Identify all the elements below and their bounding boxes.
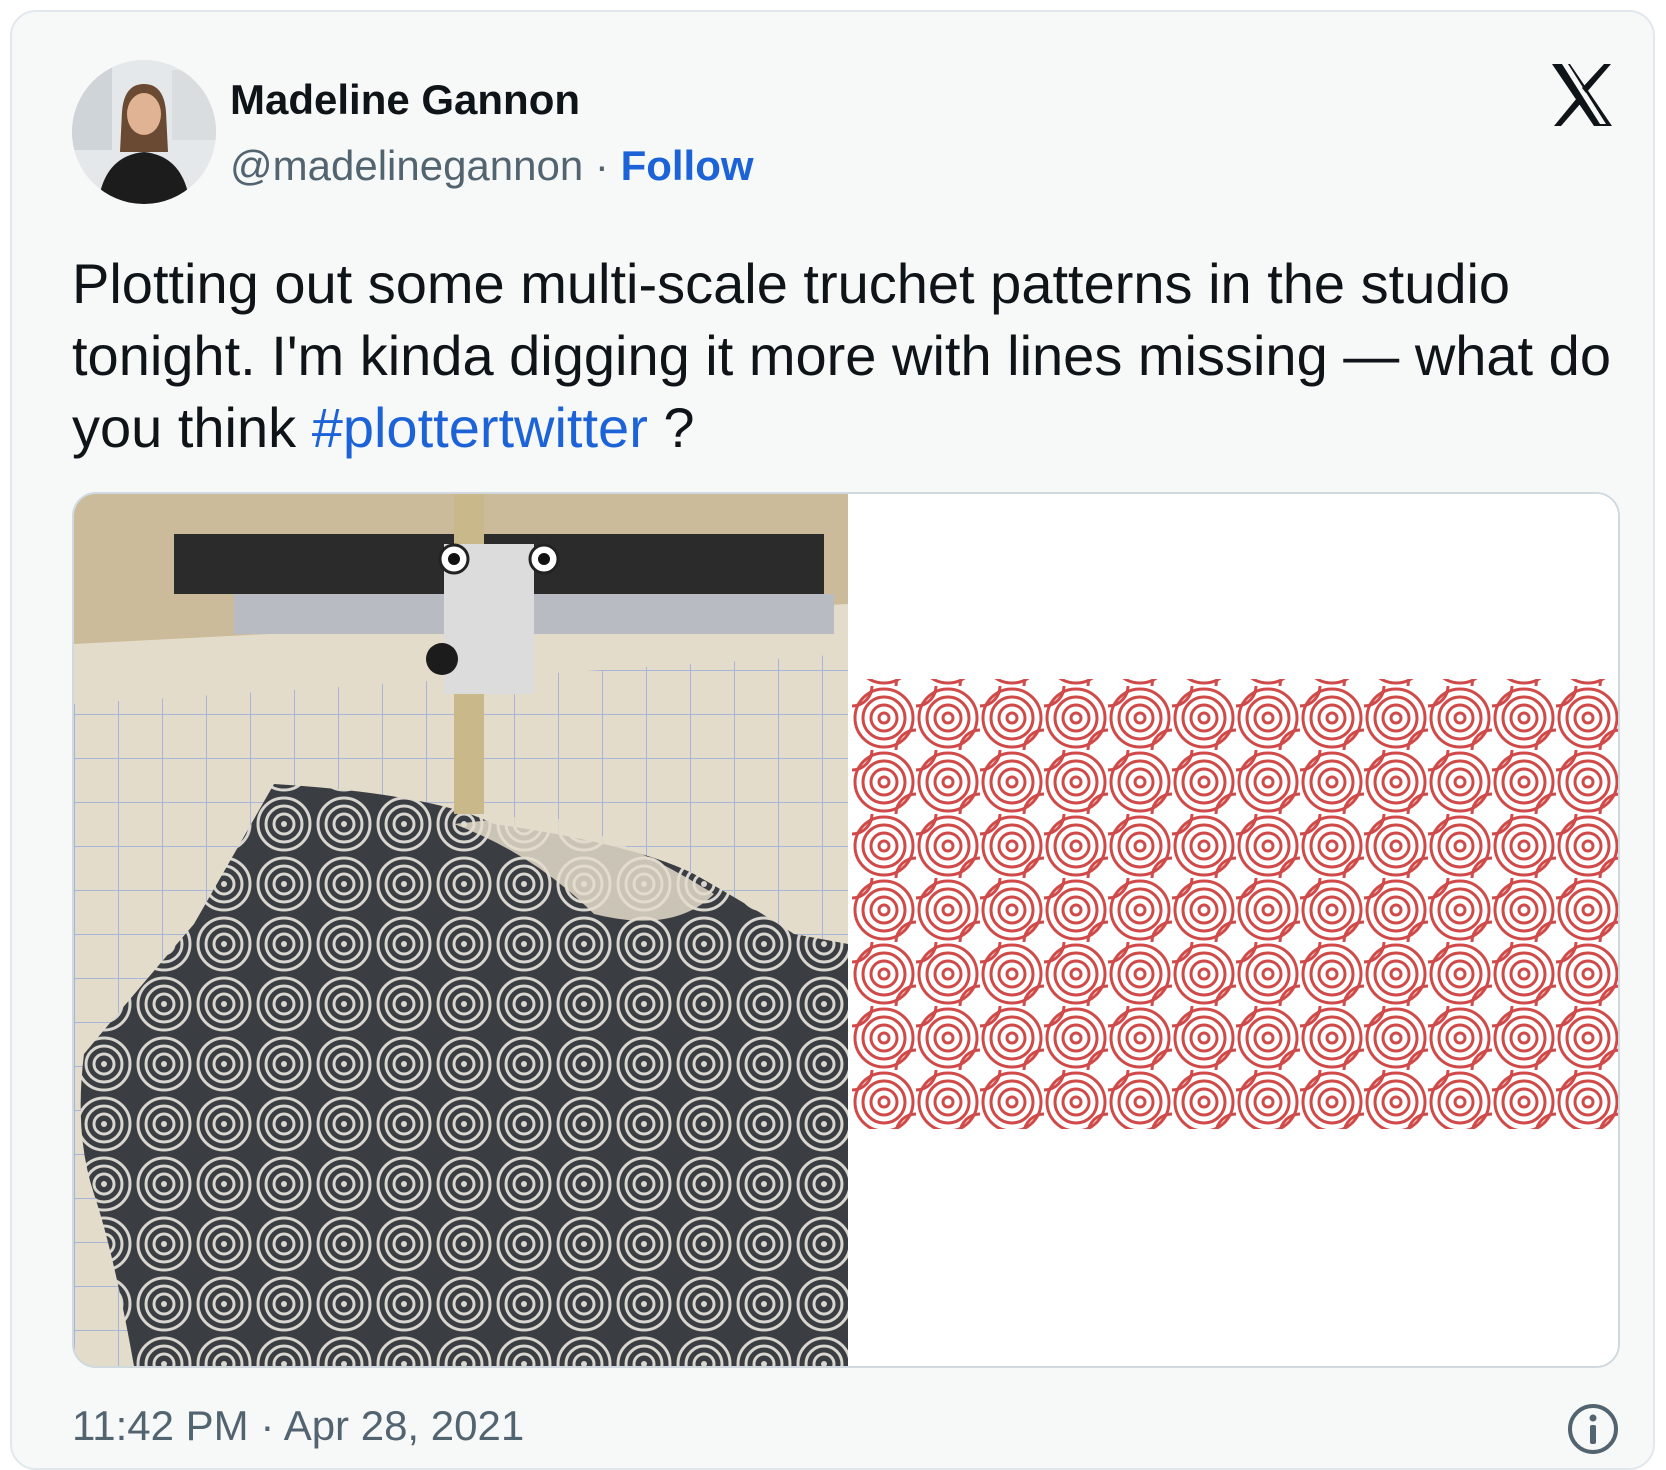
image-red-pattern[interactable] xyxy=(852,494,1618,1366)
tweet-time: 11:42 PM xyxy=(72,1402,249,1449)
hashtag-link[interactable]: #plottertwitter xyxy=(312,396,648,459)
tweet-body-text: Plotting out some multi-scale truchet pa… xyxy=(72,252,1611,459)
tweet-text: Plotting out some multi-scale truchet pa… xyxy=(72,248,1632,464)
tweet-timestamp[interactable]: 11:42 PM · Apr 28, 2021 xyxy=(72,1402,524,1450)
photo-plotter[interactable] xyxy=(74,494,848,1366)
tweet-card: Madeline Gannon @madelinegannon · Follow… xyxy=(10,10,1655,1470)
tweet-text-tail: ? xyxy=(647,396,695,459)
author-name[interactable]: Madeline Gannon xyxy=(230,76,580,124)
handle-separator: · xyxy=(594,142,609,189)
x-logo-icon[interactable] xyxy=(1548,62,1616,128)
follow-button[interactable]: Follow xyxy=(621,142,754,189)
avatar[interactable] xyxy=(72,60,216,204)
author-handle[interactable]: @madelinegannon xyxy=(230,142,583,189)
timestamp-separator: · xyxy=(260,1402,275,1449)
author-line: @madelinegannon · Follow xyxy=(230,142,754,190)
tweet-date: Apr 28, 2021 xyxy=(283,1402,525,1449)
info-icon[interactable] xyxy=(1566,1402,1620,1456)
media-grid xyxy=(72,492,1620,1368)
